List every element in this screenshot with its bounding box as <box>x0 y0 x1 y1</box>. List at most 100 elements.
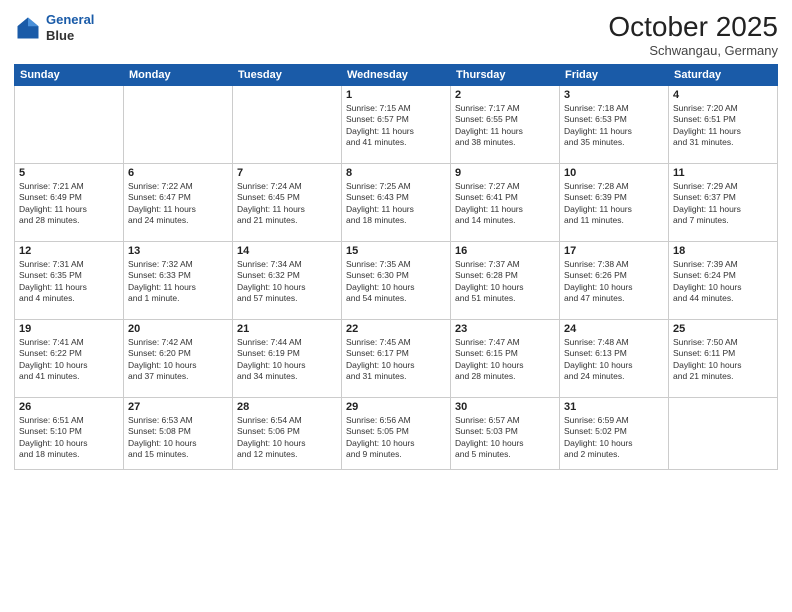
day-cell: 15 Sunrise: 7:35 AM Sunset: 6:30 PM Dayli… <box>342 241 451 319</box>
day-info: Sunrise: 7:27 AM Sunset: 6:41 PM Dayligh… <box>455 181 555 227</box>
day-number: 5 <box>19 167 119 179</box>
day-info: Sunrise: 7:31 AM Sunset: 6:35 PM Dayligh… <box>19 259 119 305</box>
day-info: Sunrise: 7:21 AM Sunset: 6:49 PM Dayligh… <box>19 181 119 227</box>
day-cell <box>669 397 778 469</box>
day-info: Sunrise: 7:44 AM Sunset: 6:19 PM Dayligh… <box>237 337 337 383</box>
day-cell: 16 Sunrise: 7:37 AM Sunset: 6:28 PM Dayli… <box>451 241 560 319</box>
day-number: 26 <box>19 401 119 413</box>
day-cell: 1 Sunrise: 7:15 AM Sunset: 6:57 PM Daylig… <box>342 85 451 163</box>
day-number: 8 <box>346 167 446 179</box>
day-number: 21 <box>237 323 337 335</box>
day-number: 25 <box>673 323 773 335</box>
day-cell: 10Sunrise: 7:28 AM Sunset: 6:39 PM Dayli… <box>560 163 669 241</box>
day-info: Sunrise: 7:20 AM Sunset: 6:51 PM Dayligh… <box>673 103 773 149</box>
day-number: 6 <box>128 167 228 179</box>
day-cell: 18 Sunrise: 7:39 AM Sunset: 6:24 PM Dayli… <box>669 241 778 319</box>
day-number: 30 <box>455 401 555 413</box>
day-cell: 2 Sunrise: 7:17 AM Sunset: 6:55 PM Daylig… <box>451 85 560 163</box>
day-cell: 12 Sunrise: 7:31 AM Sunset: 6:35 PM Dayli… <box>15 241 124 319</box>
day-number: 14 <box>237 245 337 257</box>
logo-text: General Blue <box>46 12 94 43</box>
day-cell: 9 Sunrise: 7:27 AM Sunset: 6:41 PM Daylig… <box>451 163 560 241</box>
day-cell: 29Sunrise: 6:56 AM Sunset: 5:05 PM Dayli… <box>342 397 451 469</box>
day-number: 19 <box>19 323 119 335</box>
day-info: Sunrise: 7:35 AM Sunset: 6:30 PM Dayligh… <box>346 259 446 305</box>
day-cell: 13 Sunrise: 7:32 AM Sunset: 6:33 PM Dayli… <box>124 241 233 319</box>
day-info: Sunrise: 7:17 AM Sunset: 6:55 PM Dayligh… <box>455 103 555 149</box>
day-number: 1 <box>346 89 446 101</box>
day-cell: 22 Sunrise: 7:45 AM Sunset: 6:17 PM Dayli… <box>342 319 451 397</box>
day-number: 9 <box>455 167 555 179</box>
logo-line1: General <box>46 12 94 27</box>
week-row-5: 26 Sunrise: 6:51 AM Sunset: 5:10 PM Dayli… <box>15 397 778 469</box>
day-number: 24 <box>564 323 664 335</box>
day-number: 18 <box>673 245 773 257</box>
day-cell: 5 Sunrise: 7:21 AM Sunset: 6:49 PM Daylig… <box>15 163 124 241</box>
day-cell: 3 Sunrise: 7:18 AM Sunset: 6:53 PM Daylig… <box>560 85 669 163</box>
col-friday: Friday <box>560 64 669 85</box>
day-cell: 6Sunrise: 7:22 AM Sunset: 6:47 PM Daylig… <box>124 163 233 241</box>
day-info: Sunrise: 6:59 AM Sunset: 5:02 PM Dayligh… <box>564 415 664 461</box>
day-info: Sunrise: 7:45 AM Sunset: 6:17 PM Dayligh… <box>346 337 446 383</box>
day-cell: 17Sunrise: 7:38 AM Sunset: 6:26 PM Dayli… <box>560 241 669 319</box>
day-info: Sunrise: 7:48 AM Sunset: 6:13 PM Dayligh… <box>564 337 664 383</box>
col-wednesday: Wednesday <box>342 64 451 85</box>
day-number: 28 <box>237 401 337 413</box>
logo-icon <box>14 14 42 42</box>
day-number: 4 <box>673 89 773 101</box>
day-cell: 8Sunrise: 7:25 AM Sunset: 6:43 PM Daylig… <box>342 163 451 241</box>
day-cell: 30 Sunrise: 6:57 AM Sunset: 5:03 PM Dayli… <box>451 397 560 469</box>
day-cell: 14Sunrise: 7:34 AM Sunset: 6:32 PM Dayli… <box>233 241 342 319</box>
page: General Blue October 2025 Schwangau, Ger… <box>0 0 792 612</box>
day-cell: 24 Sunrise: 7:48 AM Sunset: 6:13 PM Dayli… <box>560 319 669 397</box>
calendar-table: Sunday Monday Tuesday Wednesday Thursday… <box>14 64 778 470</box>
day-number: 17 <box>564 245 664 257</box>
location: Schwangau, Germany <box>608 43 778 58</box>
day-info: Sunrise: 7:41 AM Sunset: 6:22 PM Dayligh… <box>19 337 119 383</box>
day-info: Sunrise: 7:15 AM Sunset: 6:57 PM Dayligh… <box>346 103 446 149</box>
day-info: Sunrise: 7:29 AM Sunset: 6:37 PM Dayligh… <box>673 181 773 227</box>
day-number: 20 <box>128 323 228 335</box>
day-number: 22 <box>346 323 446 335</box>
title-block: October 2025 Schwangau, Germany <box>608 12 778 58</box>
day-number: 12 <box>19 245 119 257</box>
col-thursday: Thursday <box>451 64 560 85</box>
week-row-1: 1 Sunrise: 7:15 AM Sunset: 6:57 PM Daylig… <box>15 85 778 163</box>
day-number: 2 <box>455 89 555 101</box>
day-info: Sunrise: 7:37 AM Sunset: 6:28 PM Dayligh… <box>455 259 555 305</box>
day-info: Sunrise: 7:47 AM Sunset: 6:15 PM Dayligh… <box>455 337 555 383</box>
day-info: Sunrise: 7:18 AM Sunset: 6:53 PM Dayligh… <box>564 103 664 149</box>
header-row: Sunday Monday Tuesday Wednesday Thursday… <box>15 64 778 85</box>
day-info: Sunrise: 7:32 AM Sunset: 6:33 PM Dayligh… <box>128 259 228 305</box>
day-info: Sunrise: 6:57 AM Sunset: 5:03 PM Dayligh… <box>455 415 555 461</box>
day-info: Sunrise: 6:56 AM Sunset: 5:05 PM Dayligh… <box>346 415 446 461</box>
day-cell: 7Sunrise: 7:24 AM Sunset: 6:45 PM Daylig… <box>233 163 342 241</box>
day-cell: 23Sunrise: 7:47 AM Sunset: 6:15 PM Dayli… <box>451 319 560 397</box>
day-cell: 11 Sunrise: 7:29 AM Sunset: 6:37 PM Dayli… <box>669 163 778 241</box>
logo-line2: Blue <box>46 28 94 44</box>
day-number: 16 <box>455 245 555 257</box>
day-cell <box>124 85 233 163</box>
day-number: 3 <box>564 89 664 101</box>
week-row-4: 19 Sunrise: 7:41 AM Sunset: 6:22 PM Dayli… <box>15 319 778 397</box>
day-cell: 20 Sunrise: 7:42 AM Sunset: 6:20 PM Dayli… <box>124 319 233 397</box>
day-cell: 25 Sunrise: 7:50 AM Sunset: 6:11 PM Dayli… <box>669 319 778 397</box>
day-info: Sunrise: 7:28 AM Sunset: 6:39 PM Dayligh… <box>564 181 664 227</box>
col-sunday: Sunday <box>15 64 124 85</box>
week-row-3: 12 Sunrise: 7:31 AM Sunset: 6:35 PM Dayli… <box>15 241 778 319</box>
day-info: Sunrise: 7:42 AM Sunset: 6:20 PM Dayligh… <box>128 337 228 383</box>
day-cell <box>233 85 342 163</box>
week-row-2: 5 Sunrise: 7:21 AM Sunset: 6:49 PM Daylig… <box>15 163 778 241</box>
day-info: Sunrise: 6:51 AM Sunset: 5:10 PM Dayligh… <box>19 415 119 461</box>
day-cell: 27Sunrise: 6:53 AM Sunset: 5:08 PM Dayli… <box>124 397 233 469</box>
day-number: 15 <box>346 245 446 257</box>
day-cell: 26 Sunrise: 6:51 AM Sunset: 5:10 PM Dayli… <box>15 397 124 469</box>
day-cell: 31 Sunrise: 6:59 AM Sunset: 5:02 PM Dayli… <box>560 397 669 469</box>
day-number: 11 <box>673 167 773 179</box>
day-info: Sunrise: 7:39 AM Sunset: 6:24 PM Dayligh… <box>673 259 773 305</box>
day-number: 31 <box>564 401 664 413</box>
day-number: 27 <box>128 401 228 413</box>
day-info: Sunrise: 7:50 AM Sunset: 6:11 PM Dayligh… <box>673 337 773 383</box>
col-saturday: Saturday <box>669 64 778 85</box>
day-number: 13 <box>128 245 228 257</box>
